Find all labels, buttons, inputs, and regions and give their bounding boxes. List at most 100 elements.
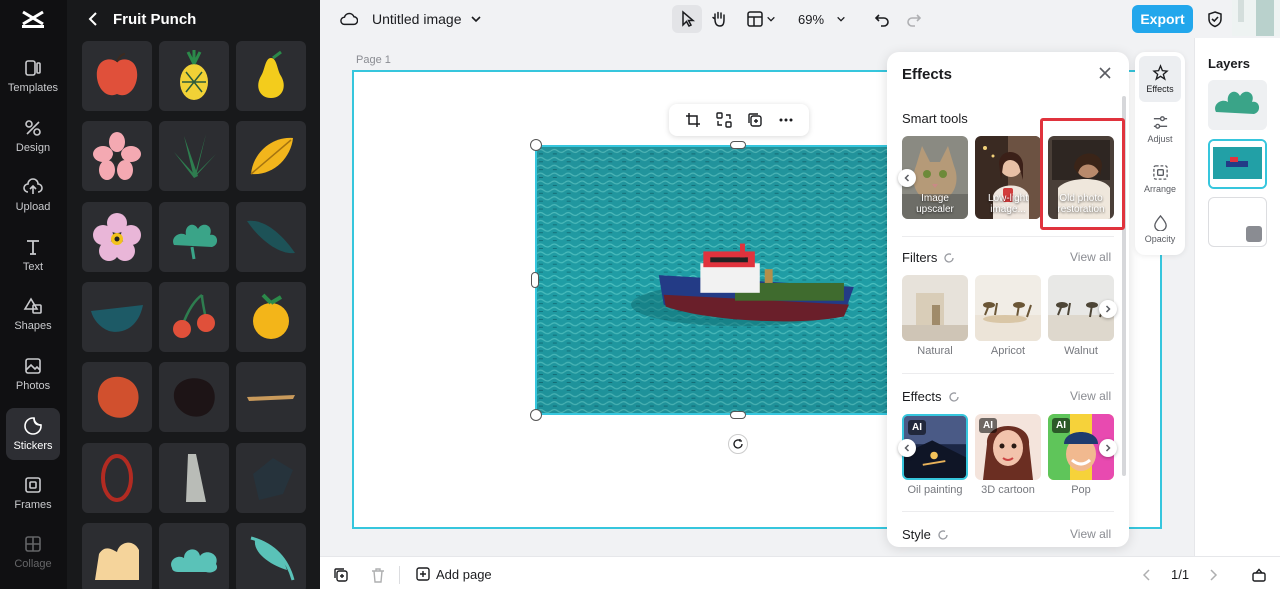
sticker-tile[interactable] [82, 41, 152, 111]
redo-button[interactable] [904, 5, 924, 33]
tool-opacity[interactable]: Opacity [1139, 206, 1181, 252]
shield-button[interactable] [1205, 9, 1225, 29]
chevron-right-icon [1105, 305, 1111, 313]
sticker-tile[interactable] [82, 202, 152, 272]
purple-flower-sticker-icon [93, 213, 141, 261]
filter-natural[interactable] [902, 275, 968, 341]
sticker-tile[interactable] [236, 523, 306, 589]
sticker-tile[interactable] [82, 362, 152, 432]
sticker-tile[interactable] [236, 282, 306, 352]
teal-cloud-sticker-icon [171, 549, 218, 573]
replace-icon[interactable] [715, 112, 732, 128]
filters-next-button[interactable] [1099, 300, 1117, 318]
tool-effects[interactable]: Effects [1139, 56, 1181, 102]
tool-label: Effects [1146, 84, 1174, 94]
prev-page-button[interactable] [1139, 567, 1155, 583]
background-edit-icon[interactable] [1246, 226, 1262, 242]
more-icon[interactable] [778, 112, 794, 128]
rail-item-collage[interactable]: Collage [6, 526, 60, 578]
rail-item-photos[interactable]: Photos [6, 348, 60, 400]
templates-icon [25, 60, 41, 76]
smart-tool-low-light[interactable]: Low-light image... [975, 136, 1041, 219]
document-title[interactable]: Untitled image [372, 10, 482, 28]
delete-page-button[interactable] [370, 567, 386, 583]
sticker-tile[interactable] [82, 443, 152, 513]
sticker-tile[interactable] [236, 202, 306, 272]
hand-tool-button[interactable] [708, 5, 730, 33]
refresh-icon[interactable] [943, 252, 955, 264]
refresh-icon[interactable] [937, 529, 949, 541]
sticker-tile[interactable] [236, 443, 306, 513]
rail-item-stickers[interactable]: Stickers [6, 408, 60, 460]
style-view-all[interactable]: View all [1070, 527, 1111, 541]
expand-button[interactable] [1251, 567, 1267, 583]
filters-view-all[interactable]: View all [1070, 250, 1111, 264]
upload-icon [23, 178, 43, 194]
select-tool-button[interactable] [672, 5, 702, 33]
layout-dropdown[interactable] [744, 5, 778, 33]
resize-handle-n[interactable] [730, 141, 746, 149]
rail-item-text[interactable]: Text [6, 229, 60, 281]
ai-badge: AI [979, 418, 997, 433]
smart-tools-prev-button[interactable] [898, 169, 916, 187]
sticker-tile[interactable] [82, 282, 152, 352]
export-button[interactable]: Export [1132, 5, 1193, 33]
sticker-tile[interactable] [159, 121, 229, 191]
sticker-tile[interactable] [159, 443, 229, 513]
sticker-tile[interactable] [159, 41, 229, 111]
resize-handle-sw[interactable] [530, 409, 542, 421]
tool-arrange[interactable]: Arrange [1139, 156, 1181, 202]
filter-apricot[interactable] [975, 275, 1041, 341]
hand-icon [712, 11, 725, 27]
rail-item-shapes[interactable]: Shapes [6, 288, 60, 340]
layer-photo[interactable] [1208, 139, 1267, 189]
undo-button[interactable] [872, 5, 892, 33]
sticker-tile[interactable] [82, 523, 152, 589]
tool-adjust[interactable]: Adjust [1139, 106, 1181, 152]
sticker-tile[interactable] [159, 523, 229, 589]
rail-label: Design [15, 142, 51, 154]
sticker-tile[interactable] [159, 362, 229, 432]
duplicate-page-button[interactable] [333, 567, 349, 583]
rotate-handle[interactable] [728, 434, 748, 454]
resize-handle-w[interactable] [531, 272, 539, 288]
avatar[interactable] [1232, 0, 1280, 36]
layer-sticker[interactable] [1208, 80, 1267, 130]
rail-item-templates[interactable]: Templates [6, 50, 60, 102]
rail-item-frames[interactable]: Frames [6, 467, 60, 519]
sticker-tile[interactable] [159, 202, 229, 272]
sticker-tile[interactable] [236, 362, 306, 432]
back-arrow-icon[interactable] [85, 10, 103, 28]
duplicate-icon[interactable] [747, 112, 763, 128]
effects-next-button[interactable] [1099, 439, 1117, 457]
crop-icon[interactable] [685, 112, 701, 128]
yellow-leaf-sticker-icon [250, 137, 293, 175]
smart-tool-caption: Image upscaler [916, 193, 954, 215]
resize-handle-s[interactable] [730, 411, 746, 419]
chevron-down-icon [767, 16, 775, 22]
sticker-tile[interactable] [236, 121, 306, 191]
cursor-icon [682, 10, 696, 27]
chevron-down-icon [470, 16, 481, 23]
sticker-tile[interactable] [159, 282, 229, 352]
effects-prev-button[interactable] [898, 439, 916, 457]
capcut-logo-icon[interactable] [20, 8, 46, 30]
next-page-button[interactable] [1205, 567, 1221, 583]
effect-3d-cartoon[interactable]: AI [975, 414, 1041, 480]
effects-view-all[interactable]: View all [1070, 389, 1111, 403]
zoom-dropdown[interactable]: 69% [794, 5, 850, 33]
dark-shape-sticker-icon [253, 458, 293, 500]
sticker-tile[interactable] [236, 41, 306, 111]
layer-background[interactable] [1208, 197, 1267, 247]
resize-handle-nw[interactable] [530, 139, 542, 151]
green-bush-sticker-icon [173, 224, 218, 260]
boat-photo[interactable] [535, 145, 940, 415]
sticker-tile[interactable] [82, 121, 152, 191]
rail-item-design[interactable]: Design [6, 110, 60, 162]
add-page-button[interactable]: Add page [415, 566, 492, 582]
cloud-save-icon[interactable] [339, 10, 359, 28]
refresh-icon[interactable] [948, 391, 960, 403]
sticker-panel-title: Fruit Punch [113, 10, 197, 28]
rail-item-upload[interactable]: Upload [6, 169, 60, 221]
close-icon[interactable] [1097, 65, 1113, 81]
